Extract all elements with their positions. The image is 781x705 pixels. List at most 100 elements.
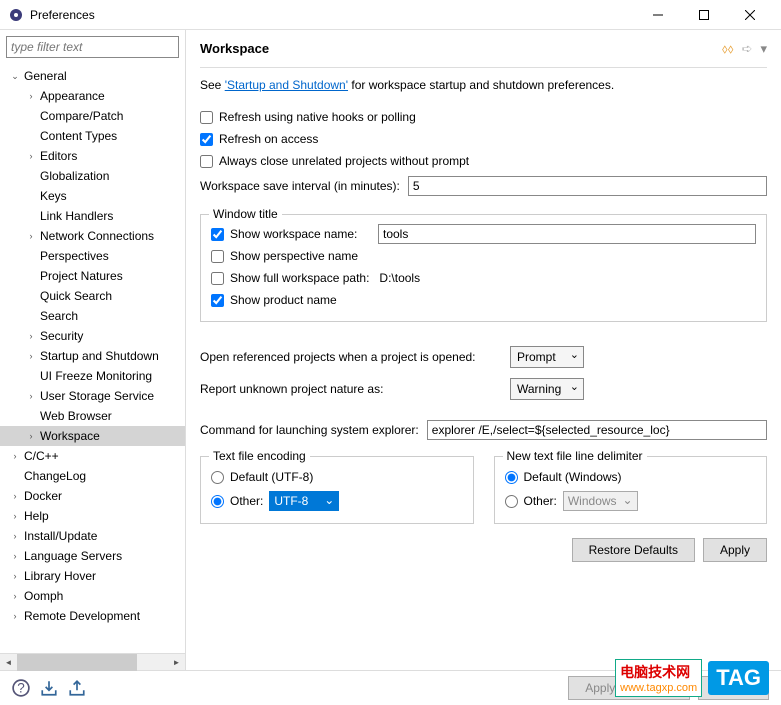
chevron-right-icon[interactable]: ›: [8, 611, 22, 621]
tree-item[interactable]: ›Editors: [0, 146, 185, 166]
open-ref-label: Open referenced projects when a project …: [200, 350, 510, 364]
tree-item[interactable]: Globalization: [0, 166, 185, 186]
cancel-button[interactable]: Cancel: [698, 676, 769, 700]
tree-item[interactable]: ›Startup and Shutdown: [0, 346, 185, 366]
encoding-other-radio[interactable]: [211, 495, 224, 508]
chevron-right-icon[interactable]: ›: [24, 331, 38, 341]
chevron-right-icon[interactable]: ›: [24, 231, 38, 241]
chevron-right-icon[interactable]: ›: [8, 571, 22, 581]
tree-item[interactable]: ›User Storage Service: [0, 386, 185, 406]
footer: ? Apply and Close Cancel: [0, 670, 781, 705]
chevron-down-icon[interactable]: ⌄: [8, 71, 22, 82]
tree-item[interactable]: ›Network Connections: [0, 226, 185, 246]
show-product-label: Show product name: [230, 293, 337, 307]
delimiter-other-select[interactable]: Windows: [563, 491, 638, 511]
tree-item[interactable]: ›Workspace: [0, 426, 185, 446]
always-close-checkbox[interactable]: [200, 155, 213, 168]
minimize-button[interactable]: [635, 0, 681, 30]
open-ref-select[interactable]: Prompt: [510, 346, 584, 368]
refresh-access-label: Refresh on access: [219, 132, 318, 146]
maximize-button[interactable]: [681, 0, 727, 30]
tree-item[interactable]: ›Remote Development: [0, 606, 185, 626]
tree-item-label: Network Connections: [38, 229, 154, 243]
tree-item[interactable]: ›Library Hover: [0, 566, 185, 586]
chevron-right-icon[interactable]: ›: [24, 351, 38, 361]
help-icon[interactable]: ?: [12, 679, 30, 697]
scroll-left-icon[interactable]: ◄: [0, 654, 17, 671]
apply-close-button[interactable]: Apply and Close: [568, 676, 689, 700]
show-ws-name-checkbox[interactable]: [211, 228, 224, 241]
apply-button[interactable]: Apply: [703, 538, 767, 562]
preferences-tree[interactable]: ⌄General›AppearanceCompare/PatchContent …: [0, 64, 185, 653]
chevron-right-icon[interactable]: ›: [8, 511, 22, 521]
chevron-right-icon[interactable]: ›: [8, 531, 22, 541]
encoding-other-select[interactable]: UTF-8: [269, 491, 339, 511]
tree-item[interactable]: UI Freeze Monitoring: [0, 366, 185, 386]
always-close-label: Always close unrelated projects without …: [219, 154, 469, 168]
refresh-access-checkbox[interactable]: [200, 133, 213, 146]
chevron-right-icon[interactable]: ›: [24, 391, 38, 401]
tree-item-label: C/C++: [22, 449, 59, 463]
nav-menu-icon[interactable]: ▾: [760, 41, 767, 57]
tree-item[interactable]: Content Types: [0, 126, 185, 146]
chevron-right-icon[interactable]: ›: [24, 431, 38, 441]
restore-defaults-button[interactable]: Restore Defaults: [572, 538, 695, 562]
tree-item[interactable]: ⌄General: [0, 66, 185, 86]
horizontal-scrollbar[interactable]: ◄ ►: [0, 653, 185, 670]
tree-item[interactable]: Perspectives: [0, 246, 185, 266]
encoding-default-radio[interactable]: [211, 471, 224, 484]
tree-item[interactable]: ›Oomph: [0, 586, 185, 606]
import-icon[interactable]: [40, 679, 58, 697]
scroll-right-icon[interactable]: ►: [168, 654, 185, 671]
save-interval-input[interactable]: [408, 176, 767, 196]
startup-shutdown-link[interactable]: 'Startup and Shutdown': [225, 78, 348, 92]
description-text: See 'Startup and Shutdown' for workspace…: [200, 78, 767, 92]
tree-item-label: Security: [38, 329, 83, 343]
tree-item[interactable]: ›Security: [0, 326, 185, 346]
tree-item[interactable]: ›Language Servers: [0, 546, 185, 566]
ws-name-input[interactable]: [378, 224, 756, 244]
delimiter-other-radio[interactable]: [505, 495, 518, 508]
tree-item[interactable]: ›Docker: [0, 486, 185, 506]
tree-item[interactable]: Keys: [0, 186, 185, 206]
app-icon: [8, 7, 24, 23]
tree-item-label: Remote Development: [22, 609, 140, 623]
show-full-path-checkbox[interactable]: [211, 272, 224, 285]
encoding-other-label: Other:: [230, 494, 263, 508]
tree-item[interactable]: Search: [0, 306, 185, 326]
delimiter-default-label: Default (Windows): [524, 470, 622, 484]
show-persp-checkbox[interactable]: [211, 250, 224, 263]
chevron-right-icon[interactable]: ›: [8, 591, 22, 601]
svg-text:?: ?: [17, 681, 25, 696]
tree-item[interactable]: Quick Search: [0, 286, 185, 306]
export-icon[interactable]: [68, 679, 86, 697]
chevron-right-icon[interactable]: ›: [24, 91, 38, 101]
chevron-right-icon[interactable]: ›: [8, 491, 22, 501]
delimiter-default-radio[interactable]: [505, 471, 518, 484]
close-button[interactable]: [727, 0, 773, 30]
tree-item[interactable]: Web Browser: [0, 406, 185, 426]
tree-item[interactable]: ›C/C++: [0, 446, 185, 466]
filter-input[interactable]: [6, 36, 179, 58]
tree-item[interactable]: ›Appearance: [0, 86, 185, 106]
nav-forward-icon[interactable]: ➪: [742, 41, 753, 57]
delimiter-other-label: Other:: [524, 494, 557, 508]
tree-item[interactable]: ›Install/Update: [0, 526, 185, 546]
chevron-right-icon[interactable]: ›: [8, 551, 22, 561]
tree-item[interactable]: Project Natures: [0, 266, 185, 286]
title-bar: Preferences: [0, 0, 781, 30]
tree-item[interactable]: Link Handlers: [0, 206, 185, 226]
report-nature-select[interactable]: Warning: [510, 378, 584, 400]
show-product-checkbox[interactable]: [211, 294, 224, 307]
encoding-other-value: UTF-8: [274, 494, 308, 508]
chevron-right-icon[interactable]: ›: [8, 451, 22, 461]
tree-item[interactable]: ChangeLog: [0, 466, 185, 486]
refresh-native-checkbox[interactable]: [200, 111, 213, 124]
tree-item[interactable]: ›Help: [0, 506, 185, 526]
desc-prefix: See: [200, 78, 225, 92]
explorer-input[interactable]: [427, 420, 767, 440]
scrollbar-thumb[interactable]: [17, 654, 137, 671]
tree-item[interactable]: Compare/Patch: [0, 106, 185, 126]
nav-back-icon[interactable]: ⬨⬨: [722, 41, 734, 57]
chevron-right-icon[interactable]: ›: [24, 151, 38, 161]
